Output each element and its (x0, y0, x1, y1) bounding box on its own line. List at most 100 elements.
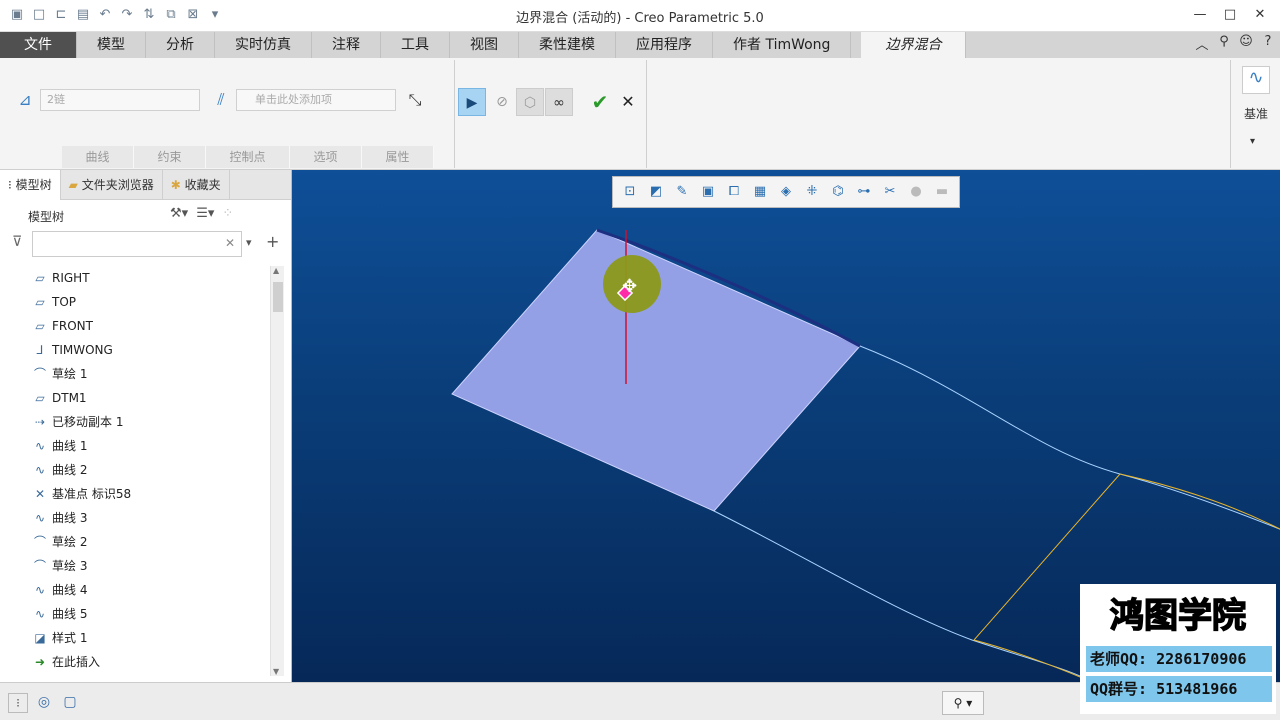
tree-item-label: 在此插入 (52, 655, 101, 669)
tree-item[interactable]: ▱ FRONT (8, 314, 268, 338)
close-button[interactable]: ✕ (1246, 4, 1274, 26)
curve-icon: ∿ (34, 511, 46, 525)
tree-item[interactable]: ◪ 样式 1 (8, 626, 268, 650)
tree-item-label: 草绘 3 (52, 559, 88, 573)
tree-item[interactable]: ➜ 在此插入 (8, 650, 268, 674)
tree-item[interactable]: ▱ RIGHT (8, 266, 268, 290)
search-icon[interactable]: ⚲ (1216, 34, 1232, 53)
tree-item[interactable]: ∿ 曲线 2 (8, 458, 268, 482)
tree-item[interactable]: ⇢ 已移动副本 1 (8, 410, 268, 434)
tree-item[interactable]: ▱ DTM1 (8, 386, 268, 410)
no-preview-icon[interactable]: ⊘ (488, 88, 516, 116)
folder-icon: ▰ (68, 178, 82, 192)
tree-item-label: 曲线 1 (52, 439, 88, 453)
tree-item-label: 草绘 1 (52, 367, 88, 381)
tree-item[interactable]: ∿ 曲线 1 (8, 434, 268, 458)
community-icon[interactable]: ☺ (1238, 34, 1254, 53)
view-manager-icon[interactable]: ▦ (749, 181, 771, 203)
tab-author[interactable]: 作者 TimWong (713, 32, 852, 58)
full-screen-icon[interactable]: ▢ (60, 693, 80, 713)
tree-item-label: 曲线 5 (52, 607, 88, 621)
zoom-in-icon[interactable]: ◩ (645, 181, 667, 203)
tree-item[interactable]: ▱ TOP (8, 290, 268, 314)
tab-boundary-blend[interactable]: 边界混合 (861, 32, 967, 58)
repaint-icon[interactable]: ✎ (671, 181, 693, 203)
ribbon-tabs: 文件 模型 分析 实时仿真 注释 工具 视图 柔性建模 应用程序 作者 TimW… (0, 32, 1280, 58)
tab-tools[interactable]: 工具 (381, 32, 450, 58)
tree-filter-list-icon[interactable]: ☰▾ (196, 206, 214, 221)
help-icon[interactable]: ? (1260, 34, 1276, 53)
tree-item[interactable]: ∿ 曲线 4 (8, 578, 268, 602)
tab-model[interactable]: 模型 (77, 32, 146, 58)
title-bar: ▣ □ ⊏ ▤ ↶ ↷ ⇅ ⧉ ⊠ ▾ 边界混合 (活动的) - Creo Pa… (0, 0, 1280, 32)
ok-check-icon[interactable]: ✔ (586, 88, 614, 116)
tree-scrollbar[interactable]: ▲ ▼ (270, 266, 284, 676)
tree-search-input[interactable]: ✕ (32, 231, 242, 257)
datum-display-icon[interactable]: ⁜ (801, 181, 823, 203)
cancel-x-icon[interactable]: ✕ (614, 88, 642, 116)
annotation-display-icon[interactable]: ⌬ (827, 181, 849, 203)
show-navigator-icon[interactable]: ⁝ (8, 693, 28, 713)
filter-icon[interactable]: ⊽ (12, 234, 22, 250)
maximize-button[interactable]: □ (1216, 4, 1244, 26)
group-options[interactable]: 选项 (290, 146, 362, 168)
tree-columns-icon[interactable]: ⁘ (222, 206, 233, 221)
collapse-ribbon-icon[interactable]: ︿ (1194, 34, 1210, 53)
second-chain-field[interactable]: 单击此处添加项 (236, 89, 396, 111)
tree-item[interactable]: ✕ 基准点 标识58 (8, 482, 268, 506)
tree-item-label: 已移动副本 1 (52, 415, 124, 429)
group-control-points[interactable]: 控制点 (206, 146, 290, 168)
tree-item[interactable]: ⌒ 草绘 3 (8, 554, 268, 578)
tab-view[interactable]: 视图 (450, 32, 519, 58)
star-icon: ✱ (170, 178, 185, 192)
tab-simulation[interactable]: 实时仿真 (215, 32, 312, 58)
appearance-icon[interactable]: ● (905, 181, 927, 203)
plane-icon: ▱ (35, 391, 45, 405)
first-chain-field[interactable]: 2链 (40, 89, 200, 111)
tree-item[interactable]: ∿ 曲线 5 (8, 602, 268, 626)
perspective-icon[interactable]: ◈ (775, 181, 797, 203)
tree-item[interactable]: ⌒ 草绘 2 (8, 530, 268, 554)
tab-folder-browser[interactable]: ▰ 文件夹浏览器 (61, 170, 163, 200)
preview-geometry-icon[interactable]: ⬡ (516, 88, 544, 116)
group-properties[interactable]: 属性 (362, 146, 434, 168)
tab-file[interactable]: 文件 (0, 32, 77, 58)
watermark-group-qq: QQ群号: 513481966 (1086, 676, 1272, 702)
tree-settings-icon[interactable]: ⚒▾ (170, 206, 188, 221)
tab-analysis[interactable]: 分析 (146, 32, 215, 58)
tab-favorites[interactable]: ✱ 收藏夹 (163, 170, 230, 200)
find-binoculars-icon[interactable]: ⚲ ▾ (942, 691, 984, 715)
curve-icon: ∿ (34, 583, 46, 597)
datum-label[interactable]: 基准 (1244, 105, 1268, 122)
datum-dropdown-icon[interactable]: ▾ (1250, 136, 1255, 147)
clear-search-icon[interactable]: ✕ (225, 236, 235, 250)
display-style-icon[interactable]: ▣ (697, 181, 719, 203)
more-tools-icon[interactable]: ▬ (931, 181, 953, 203)
pause-play-button[interactable]: ▶ (458, 88, 486, 116)
minimize-button[interactable]: — (1186, 4, 1214, 26)
add-filter-icon[interactable]: + (266, 232, 279, 251)
tab-applications[interactable]: 应用程序 (616, 32, 713, 58)
first-direction-icon[interactable]: ⊿ (14, 89, 36, 111)
tree-item[interactable]: ∿ 曲线 3 (8, 506, 268, 530)
datum-curve-icon[interactable]: ∿ (1242, 66, 1270, 94)
tree-item[interactable]: ⌒ 草绘 1 (8, 362, 268, 386)
tree-item-label: RIGHT (52, 271, 90, 285)
tree-item[interactable]: ⅃ TIMWONG (8, 338, 268, 362)
tab-flexible-modeling[interactable]: 柔性建模 (519, 32, 616, 58)
group-curves[interactable]: 曲线 (62, 146, 134, 168)
tab-annotate[interactable]: 注释 (312, 32, 381, 58)
second-direction-icon[interactable]: ⫽ (210, 89, 232, 111)
group-constraints[interactable]: 约束 (134, 146, 206, 168)
refit-icon[interactable]: ⊡ (619, 181, 641, 203)
spin-center-icon[interactable]: ⊶ (853, 181, 875, 203)
verify-glasses-icon[interactable]: ∞ (545, 88, 573, 116)
show-browser-icon[interactable]: ◎ (34, 693, 54, 713)
swap-direction-icon[interactable]: ⤡ (404, 89, 426, 111)
section-icon[interactable]: ✂ (879, 181, 901, 203)
tab-model-tree[interactable]: ⁝ 模型树 (0, 170, 61, 200)
saved-orientations-icon[interactable]: ⧠ (723, 181, 745, 203)
watermark: 鸿图学院 老师QQ: 2286170906 QQ群号: 513481966 (1080, 584, 1276, 714)
search-dropdown-icon[interactable]: ▾ (246, 236, 252, 249)
move-cursor-icon: ✥ (622, 276, 637, 297)
